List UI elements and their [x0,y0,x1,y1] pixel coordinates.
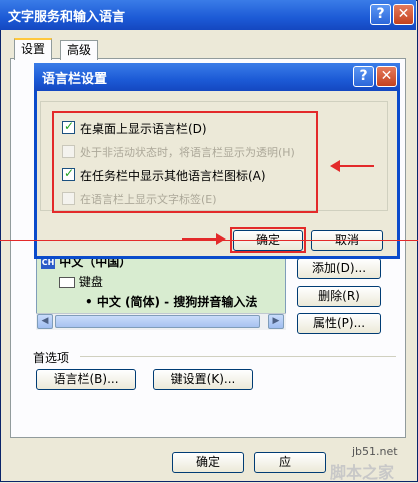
scrollbar-thumb[interactable] [55,315,260,328]
preferences-divider [80,356,396,357]
watermark-name: 脚本之家 [330,463,395,482]
preferences-label: 首选项 [33,351,70,365]
annotation-line [0,240,418,241]
remove-button[interactable]: 删除(R) [297,286,381,307]
scroll-right-icon[interactable]: ▶ [268,314,284,329]
help-button[interactable]: ? [370,4,391,25]
annotation-arrow-options-shaft [338,165,374,167]
annotation-arrow-options-icon [330,160,340,172]
dialog-title: 语言栏设置 [42,72,108,87]
outer-ok-button[interactable]: 确定 [172,452,244,473]
annotation-arrow-ok-icon [216,233,226,245]
keyboard-icon [59,277,75,288]
list-horizontal-scrollbar[interactable]: ◀ ▶ [36,313,286,330]
scroll-left-icon[interactable]: ◀ [37,314,53,329]
tab-advanced[interactable]: 高级 [60,40,99,60]
add-button[interactable]: 添加(D)... [297,258,381,279]
annotation-arrow-ok-shaft [182,238,218,240]
apply-button[interactable]: 应 [254,452,326,473]
list-item-input-method[interactable]: • 中文 (简体) - 搜狗拼音输入法 [85,293,257,310]
watermark-site: jb51.net [352,445,398,458]
properties-button[interactable]: 属性(P)... [297,313,381,334]
dialog-title-bar[interactable]: 语言栏设置 ? ✕ [34,63,400,91]
highlight-options-box [52,111,318,213]
language-bar-button[interactable]: 语言栏(B)... [36,369,136,390]
window-title-bar[interactable]: 文字服务和输入语言 ? ✕ [0,0,416,30]
window-title: 文字服务和输入语言 [8,10,126,25]
tab-settings[interactable]: 设置 [14,38,53,60]
dialog-close-button[interactable]: ✕ [376,66,397,87]
key-settings-button[interactable]: 键设置(K)... [153,369,253,390]
list-item-keyboard[interactable]: 键盘 [59,273,103,290]
close-button[interactable]: ✕ [393,4,414,25]
dialog-help-button[interactable]: ? [353,66,374,87]
